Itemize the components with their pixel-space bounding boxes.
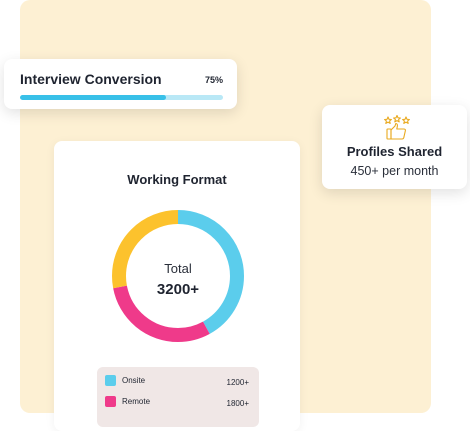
- working-format-title: Working Format: [127, 172, 227, 187]
- legend-value: 1200+: [226, 378, 249, 387]
- profiles-shared-title: Profiles Shared: [346, 144, 443, 159]
- interview-conversion-percent: 75%: [204, 75, 223, 85]
- donut-center-label: Total: [164, 261, 192, 276]
- legend-swatch: [105, 396, 116, 407]
- working-format-legend: Onsite 1200+ Remote 1800+: [97, 367, 259, 427]
- legend-value: 1800+: [226, 399, 249, 408]
- legend-item-remote: Remote 1800+: [105, 396, 249, 410]
- working-format-donut-chart: Total 3200+: [112, 210, 244, 342]
- thumbs-up-stars-icon: [384, 115, 410, 140]
- legend-label: Remote: [122, 397, 151, 406]
- donut-center-value: 3200+: [157, 281, 199, 298]
- interview-progress-fill: [20, 95, 167, 100]
- interview-progress-track: [20, 95, 223, 100]
- profiles-shared-subtitle: 450+ per month: [350, 164, 439, 178]
- interview-conversion-title: Interview Conversion: [20, 71, 162, 87]
- interview-conversion-card: Interview Conversion 75%: [4, 59, 237, 109]
- legend-swatch: [105, 375, 116, 386]
- legend-label: Onsite: [122, 376, 146, 385]
- working-format-card: Working Format Total 3200+ Onsite 1200+ …: [54, 141, 300, 431]
- profiles-shared-card: Profiles Shared 450+ per month: [322, 105, 467, 189]
- legend-item-onsite: Onsite 1200+: [105, 375, 249, 389]
